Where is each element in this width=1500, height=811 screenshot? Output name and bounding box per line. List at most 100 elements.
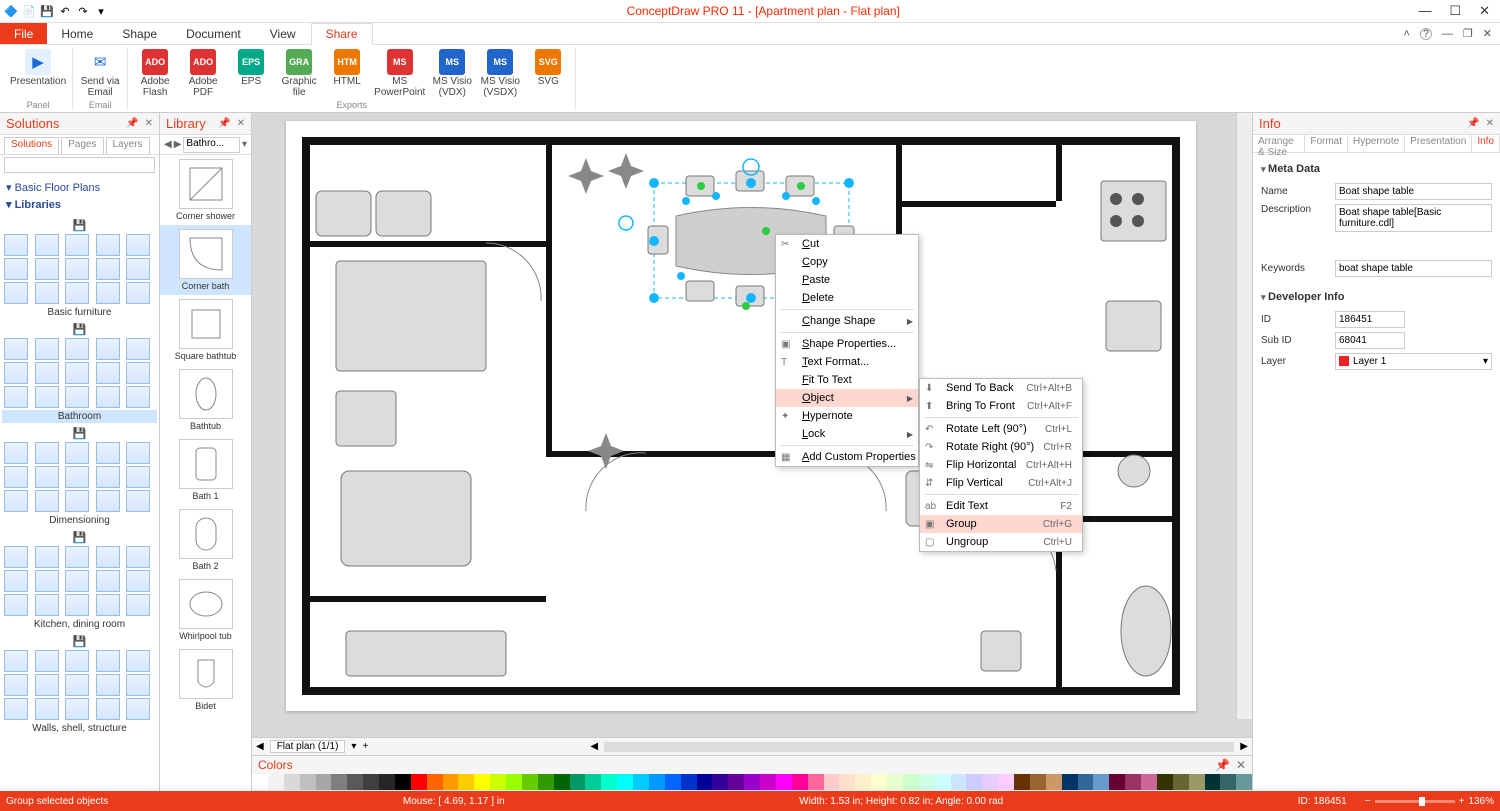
submenu-bring-front[interactable]: ⬆Bring To FrontCtrl+Alt+F	[920, 397, 1082, 415]
minimize-icon[interactable]: —	[1418, 3, 1431, 19]
panel-close-icon[interactable]: ✕	[1486, 118, 1494, 129]
panel-close-icon[interactable]: ✕	[1236, 758, 1246, 772]
color-swatch[interactable]	[871, 774, 887, 790]
color-swatch[interactable]	[808, 774, 824, 790]
send-email-button[interactable]: ✉ Send via Email	[79, 47, 121, 100]
color-swatch[interactable]	[1062, 774, 1078, 790]
color-swatch[interactable]	[347, 774, 363, 790]
color-swatch[interactable]	[554, 774, 570, 790]
export-adobe-flash-button[interactable]: ADOAdobe Flash	[134, 47, 176, 100]
color-swatch[interactable]	[1093, 774, 1109, 790]
menu-add-custom[interactable]: ▦Add Custom Properties	[776, 448, 918, 466]
menu-copy[interactable]: Copy	[776, 253, 918, 271]
color-swatch[interactable]	[1220, 774, 1236, 790]
library-item-bath-2[interactable]: Bath 2	[160, 505, 251, 575]
color-swatch[interactable]	[1046, 774, 1062, 790]
menu-object[interactable]: Object▶	[776, 389, 918, 407]
color-swatch[interactable]	[728, 774, 744, 790]
submenu-ungroup[interactable]: ▢UngroupCtrl+U	[920, 533, 1082, 551]
page-add-icon[interactable]: +	[362, 741, 368, 752]
color-swatch[interactable]	[697, 774, 713, 790]
subtab-format[interactable]: Format	[1305, 135, 1348, 152]
color-swatch[interactable]	[712, 774, 728, 790]
tab-share[interactable]: Share	[311, 23, 373, 45]
color-swatch[interactable]	[887, 774, 903, 790]
canvas-scrollbar-horizontal[interactable]	[604, 742, 1234, 752]
color-swatch[interactable]	[1157, 774, 1173, 790]
color-swatch[interactable]	[1205, 774, 1221, 790]
color-swatch[interactable]	[982, 774, 998, 790]
menu-lock[interactable]: Lock▶	[776, 425, 918, 443]
metadata-section-header[interactable]: Meta Data	[1261, 159, 1492, 179]
qat-dropdown-icon[interactable]: ▾	[94, 4, 108, 18]
color-swatch[interactable]	[284, 774, 300, 790]
panel-close-icon[interactable]: ✕	[145, 118, 153, 129]
color-swatch[interactable]	[1109, 774, 1125, 790]
library-item-bidet[interactable]: Bidet	[160, 645, 251, 715]
pin-icon[interactable]: 📌	[1467, 118, 1479, 129]
export-svg-button[interactable]: SVGSVG	[527, 47, 569, 100]
chevron-down-icon[interactable]: ▾	[242, 139, 247, 150]
save-icon[interactable]: 💾	[40, 4, 54, 18]
color-swatch[interactable]	[1173, 774, 1189, 790]
menu-shape-props[interactable]: ▣Shape Properties...	[776, 335, 918, 353]
library-item-bath-1[interactable]: Bath 1	[160, 435, 251, 505]
new-doc-icon[interactable]: 📄	[22, 4, 36, 18]
name-field[interactable]	[1335, 183, 1492, 200]
pin-icon[interactable]: 📌	[1215, 758, 1230, 772]
subtab-solutions[interactable]: Solutions	[4, 137, 59, 154]
subtab-info[interactable]: Info	[1472, 135, 1500, 152]
color-swatch[interactable]	[1141, 774, 1157, 790]
pin-icon[interactable]: 📌	[218, 118, 230, 129]
color-swatch[interactable]	[617, 774, 633, 790]
color-swatch[interactable]	[490, 774, 506, 790]
export-ms-visio-vsdx--button[interactable]: MS MS Visio (VSDX)	[479, 47, 521, 100]
panel-close-icon[interactable]: ✕	[237, 118, 245, 129]
mdi-restore-icon[interactable]: ❐	[1463, 27, 1473, 40]
zoom-slider[interactable]	[1375, 800, 1455, 803]
color-swatch[interactable]	[443, 774, 459, 790]
color-swatch[interactable]	[776, 774, 792, 790]
submenu-rotate-right[interactable]: ↷Rotate Right (90°)Ctrl+R	[920, 438, 1082, 456]
color-swatch[interactable]	[395, 774, 411, 790]
hscroll-right-icon[interactable]: ▶	[1240, 741, 1248, 752]
color-swatch[interactable]	[601, 774, 617, 790]
color-swatch[interactable]	[855, 774, 871, 790]
menu-cut[interactable]: ✂Cut	[776, 235, 918, 253]
submenu-flip-v[interactable]: ⇵Flip VerticalCtrl+Alt+J	[920, 474, 1082, 492]
color-swatch[interactable]	[538, 774, 554, 790]
color-swatch[interactable]	[966, 774, 982, 790]
export-adobe-pdf-button[interactable]: ADOAdobe PDF	[182, 47, 224, 100]
color-swatch[interactable]	[458, 774, 474, 790]
tab-file[interactable]: File	[0, 23, 47, 44]
color-swatch[interactable]	[633, 774, 649, 790]
color-swatch[interactable]	[665, 774, 681, 790]
export-ms-powerpoint-button[interactable]: MSMS PowerPoint	[374, 47, 425, 100]
menu-delete[interactable]: Delete	[776, 289, 918, 307]
gallery-section-kitchen-dining-room[interactable]: 💾Kitchen, dining room	[2, 531, 157, 631]
color-swatch[interactable]	[331, 774, 347, 790]
color-swatch[interactable]	[792, 774, 808, 790]
color-swatch[interactable]	[744, 774, 760, 790]
zoom-control[interactable]: − + 136%	[1365, 796, 1494, 807]
tree-libraries[interactable]: ▾ Libraries	[6, 196, 153, 213]
hscroll-left-icon[interactable]: ◀	[590, 741, 598, 752]
redo-icon[interactable]: ↷	[76, 4, 90, 18]
library-item-corner-shower[interactable]: Corner shower	[160, 155, 251, 225]
pin-icon[interactable]: 📌	[126, 118, 138, 129]
menu-fit-to-text[interactable]: Fit To Text	[776, 371, 918, 389]
submenu-flip-h[interactable]: ⇋Flip HorizontalCtrl+Alt+H	[920, 456, 1082, 474]
color-swatch[interactable]	[903, 774, 919, 790]
color-swatch[interactable]	[998, 774, 1014, 790]
undo-icon[interactable]: ↶	[58, 4, 72, 18]
page-nav-prev-icon[interactable]: ◀	[256, 741, 264, 752]
menu-text-format[interactable]: TText Format...	[776, 353, 918, 371]
color-swatch[interactable]	[474, 774, 490, 790]
color-swatch[interactable]	[1236, 774, 1252, 790]
tab-document[interactable]: Document	[172, 23, 256, 44]
presentation-button[interactable]: ▶ Presentation	[10, 47, 66, 100]
menu-paste[interactable]: Paste	[776, 271, 918, 289]
context-menu[interactable]: ✂CutCopyPasteDeleteChange Shape▶▣Shape P…	[775, 234, 919, 467]
subtab-presentation[interactable]: Presentation	[1405, 135, 1472, 152]
color-swatch[interactable]	[681, 774, 697, 790]
